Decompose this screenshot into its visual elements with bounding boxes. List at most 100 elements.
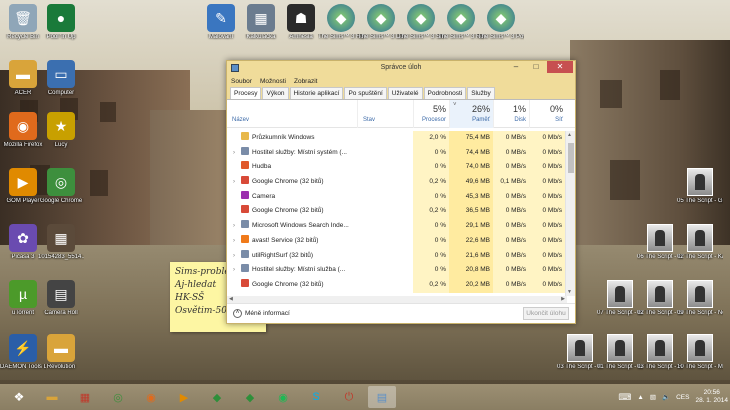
desktop-icon[interactable]: ▬ Revolution [38, 334, 84, 371]
column-cpu[interactable]: 5% Procesor [413, 100, 449, 128]
process-row[interactable]: › avast! Service (32 bitů) 0 % 22,6 MB 0 MB/… [227, 233, 565, 249]
desktop-icon[interactable]: ▭ Computer [38, 60, 84, 97]
expand-chevron-icon[interactable]: › [233, 249, 241, 264]
title-bar[interactable]: Správce úloh – □ ✕ [227, 61, 575, 75]
process-row[interactable]: Průzkumník Windows 2,0 % 75,4 MB 0 MB/s 0 Mb… [227, 131, 565, 146]
tab-processes[interactable]: Procesy [230, 87, 262, 99]
service-host-icon [241, 146, 249, 155]
cpu-value: 0 % [413, 248, 449, 264]
process-name: Google Chrome (32 bitů) [252, 178, 324, 186]
expand-chevron-icon[interactable]: › [233, 175, 241, 190]
network-value: 0 Mb/s [529, 189, 565, 205]
expand-chevron-icon[interactable]: › [233, 263, 241, 278]
music-file-icon[interactable]: 09 The Script - No Words [677, 280, 723, 317]
taskbar-button[interactable]: ◆ [236, 386, 264, 408]
computer-icon: ▭ [47, 60, 75, 88]
desktop-icon[interactable]: ▦ 10154283_5514... [38, 224, 84, 261]
fewer-details-label: Méně informací [245, 310, 290, 317]
language-indicator[interactable]: CES [676, 394, 689, 401]
disk-value: 0 MB/s [493, 263, 529, 278]
maximize-button[interactable]: □ [527, 61, 545, 73]
process-name: Camera [252, 192, 276, 200]
keyboard-icon[interactable]: ⌨ [618, 392, 631, 403]
fewer-details-button[interactable]: ˄ Méně informací [233, 309, 290, 318]
vertical-scrollbar[interactable]: ▲ ▼ [565, 131, 575, 296]
tab-users[interactable]: Uživatelé [387, 87, 423, 99]
tab-startup[interactable]: Po spuštění [344, 87, 387, 99]
volume-icon[interactable]: 🔈 [662, 393, 670, 401]
memory-value: 75,4 MB [449, 131, 493, 146]
scroll-up-icon[interactable]: ▲ [567, 132, 572, 138]
process-row[interactable]: › Google Chrome (32 bitů) 0,2 % 49,6 MB 0,1 … [227, 175, 565, 190]
clock-time: 20:56 [703, 389, 720, 396]
desktop-icon[interactable]: ★ Lucy [38, 112, 84, 149]
music-file-icon[interactable]: 02 The Script - Kaleidosc... [677, 224, 723, 261]
cpu-value: 0,2 % [413, 175, 449, 190]
process-name: Hudba [252, 163, 272, 171]
process-name-cell: › avast! Service (32 bitů) [227, 234, 357, 249]
process-row[interactable]: › Hostitel služby: Místní systém (... 0 % 7… [227, 145, 565, 161]
scroll-down-icon[interactable]: ▼ [567, 289, 572, 295]
taskbar-button[interactable]: ◉ [269, 386, 297, 408]
file-explorer-icon: ▬ [46, 391, 58, 403]
process-name: avast! Service (32 bitů) [252, 236, 319, 244]
column-memory[interactable]: ˅ 26% Paměť [449, 100, 493, 128]
taskbar-button[interactable]: ◆ [203, 386, 231, 408]
taskbar-button[interactable]: ◎ [104, 386, 132, 408]
desktop-icon-label: 10154283_5514... [38, 254, 84, 260]
network-icon[interactable]: ▧ [650, 393, 656, 401]
desktop-icon[interactable]: ● Pool 'in Up [38, 4, 84, 41]
horizontal-scrollbar[interactable]: ◀ ▶ [227, 296, 567, 303]
process-row[interactable]: Camera 0 % 45,3 MB 0 MB/s 0 Mb/s [227, 189, 565, 205]
arrow-up-icon[interactable]: ▲ [637, 394, 643, 401]
process-row[interactable]: › utilRightSurf (32 bitů) 0 % 21,6 MB 0 MB/s… [227, 248, 565, 264]
music-file-label: 05 The Script - Glowing [677, 198, 723, 204]
scroll-right-icon[interactable]: ▶ [561, 296, 565, 302]
music-file-icon[interactable]: 10 The Script - Millionaires [677, 334, 723, 371]
process-row[interactable]: › Microsoft Windows Search Inde... 0 % 29,1… [227, 219, 565, 234]
network-value: 0 Mb/s [529, 219, 565, 234]
process-list: Průzkumník Windows 2,0 % 75,4 MB 0 MB/s 0 Mb… [227, 131, 565, 296]
tab-services[interactable]: Služby [467, 87, 495, 99]
cpu-value: 0 % [413, 219, 449, 234]
scroll-left-icon[interactable]: ◀ [229, 296, 233, 302]
album-art-icon [567, 334, 593, 362]
taskbar-button[interactable]: ▦ [71, 386, 99, 408]
menu-file[interactable]: Soubor [231, 78, 252, 85]
tab-app-history[interactable]: Historie aplikací [289, 87, 344, 99]
taskbar-button[interactable]: ◉ [137, 386, 165, 408]
tab-details[interactable]: Podrobnosti [423, 87, 467, 99]
start-button[interactable]: ❖ [5, 386, 33, 408]
taskbar-button[interactable]: S [302, 386, 330, 408]
sims-icon: ◆ [367, 4, 395, 32]
menu-view[interactable]: Zobrazit [294, 78, 317, 85]
expand-chevron-icon[interactable]: › [233, 219, 241, 234]
cpu-value: 0 % [413, 145, 449, 161]
minimize-button[interactable]: – [507, 61, 525, 73]
music-file-icon[interactable]: 05 The Script - Glowing [677, 168, 723, 205]
column-status[interactable]: Stav [357, 100, 413, 128]
tab-performance[interactable]: Výkon [262, 87, 289, 99]
taskbar-button[interactable]: ▬ [38, 386, 66, 408]
desktop-icon[interactable]: ◆ The Sims™ 3 Povolání snů [478, 4, 524, 41]
process-row[interactable]: › Hostitel služby: Místní služba (... 0 % 2… [227, 263, 565, 278]
end-task-button[interactable]: Ukončit úlohu [523, 307, 569, 320]
taskbar-button[interactable]: ▶ [170, 386, 198, 408]
music-file-label: 09 The Script - No Words [677, 310, 723, 316]
desktop-icon-label: Computer [47, 90, 75, 96]
close-button[interactable]: ✕ [547, 61, 573, 73]
process-row[interactable]: Google Chrome (32 bitů) 0,2 % 20,2 MB 0 MB/… [227, 277, 565, 293]
taskbar-button[interactable]: ⏻ [335, 386, 363, 408]
sims-icon: ◆ [245, 391, 255, 404]
desktop-icon[interactable]: ▤ Camera Roll [38, 280, 84, 317]
process-row[interactable]: Hudba 0 % 74,0 MB 0 MB/s 0 Mb/s [227, 160, 565, 176]
scrollbar-thumb[interactable] [568, 143, 574, 173]
menu-options[interactable]: Možnosti [260, 78, 286, 85]
expand-chevron-icon[interactable]: › [233, 146, 241, 161]
clock[interactable]: 20:56 28. 1. 2014 [695, 389, 728, 405]
column-name[interactable]: Název [227, 100, 357, 128]
process-row[interactable]: Google Chrome (32 bitů) 0,2 % 36,5 MB 0 MB/… [227, 204, 565, 220]
expand-chevron-icon[interactable]: › [233, 234, 241, 249]
taskbar-button[interactable]: ▤ [368, 386, 396, 408]
desktop-icon[interactable]: ◎ Google Chrome [38, 168, 84, 205]
